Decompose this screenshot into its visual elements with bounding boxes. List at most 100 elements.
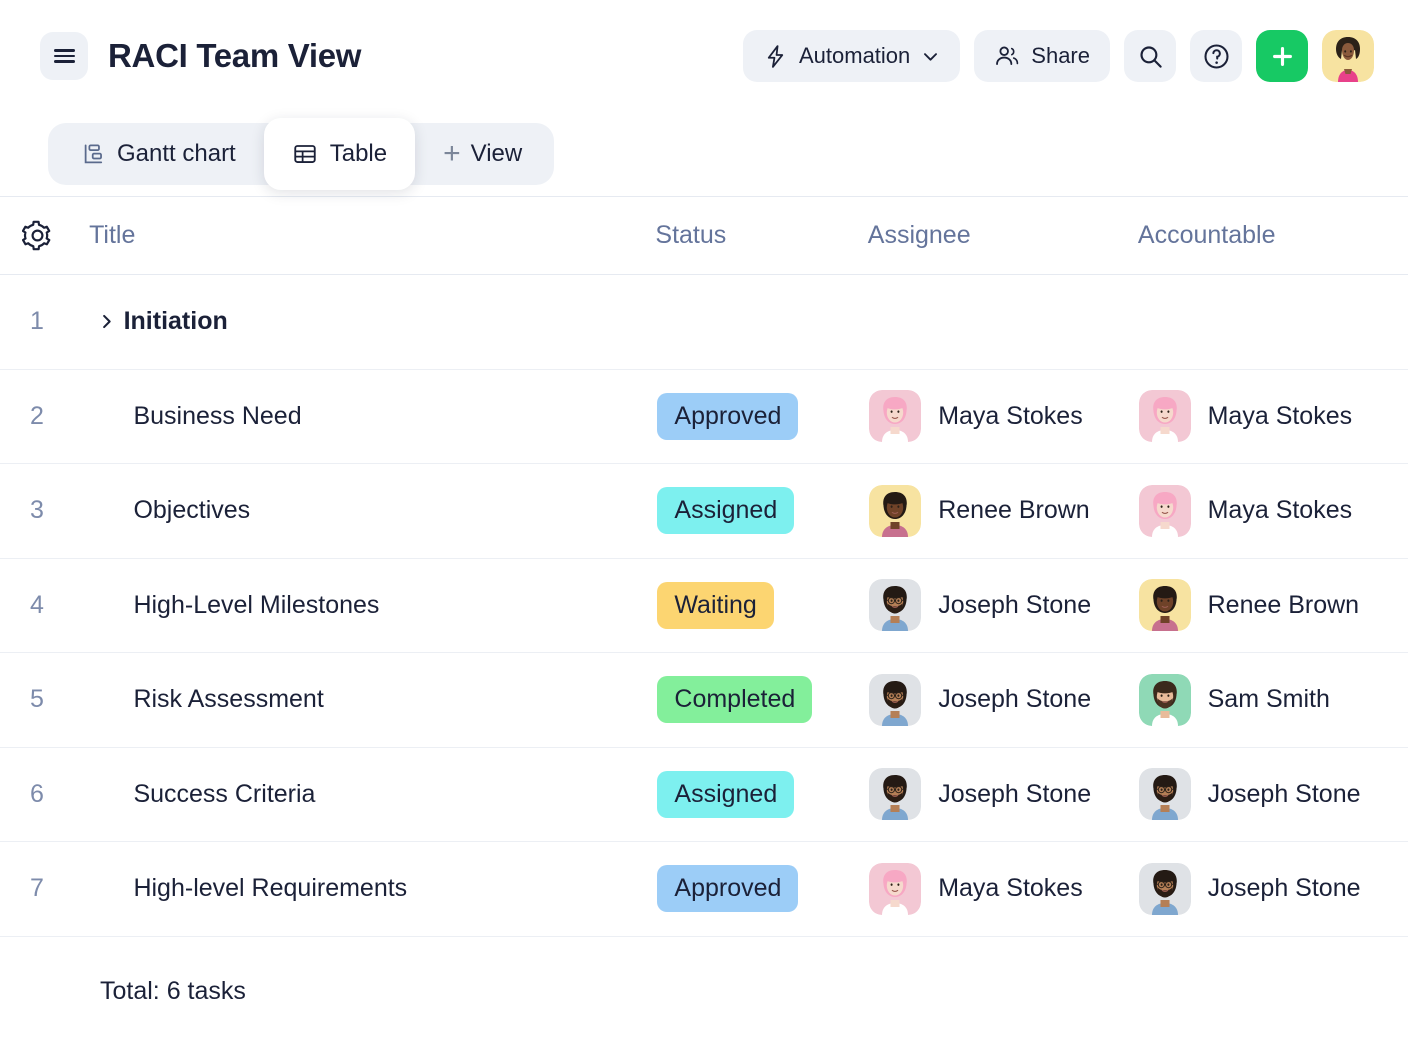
tasks-table: Title Status Assignee Accountable 1 Init… xyxy=(0,196,1408,937)
row-assignee-cell[interactable]: Renee Brown xyxy=(869,485,1138,537)
joseph-stone-avatar xyxy=(1139,768,1191,820)
row-number: 2 xyxy=(22,402,89,431)
status-badge[interactable]: Approved xyxy=(657,393,798,440)
renee-brown-avatar xyxy=(1139,579,1191,631)
maya-stokes-avatar xyxy=(869,863,921,915)
joseph-stone-avatar xyxy=(1139,863,1191,915)
row-title-cell[interactable]: Risk Assessment xyxy=(89,685,657,714)
row-number: 5 xyxy=(22,685,89,714)
sam-smith-avatar xyxy=(1139,674,1191,726)
tab-gantt-chart-label: Gantt chart xyxy=(117,140,236,168)
tab-table[interactable]: Table xyxy=(264,118,415,190)
table-grid-icon xyxy=(292,141,318,167)
row-accountable-cell[interactable]: Sam Smith xyxy=(1139,674,1408,726)
share-label: Share xyxy=(1031,43,1090,69)
accountable-name: Joseph Stone xyxy=(1208,874,1361,903)
column-header-status[interactable]: Status xyxy=(655,221,867,250)
search-icon xyxy=(1137,43,1164,70)
row-status-cell[interactable]: Approved xyxy=(657,393,869,440)
row-title-cell[interactable]: Success Criteria xyxy=(89,780,657,809)
table-row[interactable]: 5 Risk Assessment Completed Joseph Stone… xyxy=(0,653,1408,748)
view-tabs-container: Gantt chart Table + View xyxy=(0,112,1408,196)
people-icon xyxy=(994,43,1020,69)
status-badge[interactable]: Approved xyxy=(657,865,798,912)
status-badge[interactable]: Assigned xyxy=(657,487,794,534)
row-title: Objectives xyxy=(133,496,250,525)
joseph-stone-avatar xyxy=(869,768,921,820)
plus-icon: + xyxy=(443,139,461,169)
row-number: 7 xyxy=(22,874,89,903)
row-title: High-Level Milestones xyxy=(133,591,379,620)
chevron-right-icon[interactable] xyxy=(90,312,124,331)
tab-table-label: Table xyxy=(330,140,387,168)
row-title-cell[interactable]: High-level Requirements xyxy=(89,874,657,903)
status-badge[interactable]: Waiting xyxy=(657,582,773,629)
table-row[interactable]: 4 High-Level Milestones Waiting Joseph S… xyxy=(0,559,1408,654)
hamburger-menu-icon xyxy=(54,46,75,66)
column-settings-button[interactable] xyxy=(22,220,89,251)
tab-add-view-label: View xyxy=(471,140,523,168)
row-accountable-cell[interactable]: Renee Brown xyxy=(1139,579,1408,631)
lightning-bolt-icon xyxy=(763,44,788,69)
joseph-stone-avatar xyxy=(869,579,921,631)
row-assignee-cell[interactable]: Joseph Stone xyxy=(869,579,1138,631)
row-title: Initiation xyxy=(124,307,228,336)
column-header-accountable[interactable]: Accountable xyxy=(1138,221,1408,250)
table-footer: Total: 6 tasks xyxy=(0,937,1408,1040)
view-tabs: Gantt chart Table + View xyxy=(48,123,554,185)
add-button[interactable] xyxy=(1256,30,1308,82)
automation-button[interactable]: Automation xyxy=(743,30,960,82)
row-status-cell[interactable]: Completed xyxy=(657,676,869,723)
row-accountable-cell[interactable]: Joseph Stone xyxy=(1139,768,1408,820)
row-title-cell[interactable]: High-Level Milestones xyxy=(89,591,657,620)
tab-add-view[interactable]: + View xyxy=(415,123,550,185)
help-button[interactable] xyxy=(1190,30,1242,82)
row-title-cell[interactable]: Business Need xyxy=(89,402,657,431)
gear-icon xyxy=(22,220,53,251)
app-window: RACI Team View Automation Share xyxy=(0,0,1408,1040)
assignee-name: Maya Stokes xyxy=(938,402,1083,431)
assignee-name: Joseph Stone xyxy=(938,685,1091,714)
row-status-cell[interactable]: Assigned xyxy=(657,771,869,818)
row-status-cell[interactable]: Assigned xyxy=(657,487,869,534)
assignee-name: Maya Stokes xyxy=(938,874,1083,903)
maya-stokes-avatar xyxy=(1139,485,1191,537)
joseph-stone-avatar xyxy=(869,674,921,726)
row-status-cell[interactable]: Waiting xyxy=(657,582,869,629)
table-row[interactable]: 1 Initiation xyxy=(0,275,1408,370)
row-assignee-cell[interactable]: Maya Stokes xyxy=(869,863,1138,915)
row-title-cell[interactable]: Objectives xyxy=(89,496,657,525)
tab-gantt-chart[interactable]: Gantt chart xyxy=(52,123,264,185)
row-assignee-cell[interactable]: Joseph Stone xyxy=(869,674,1138,726)
row-accountable-cell[interactable]: Maya Stokes xyxy=(1139,390,1408,442)
status-badge[interactable]: Completed xyxy=(657,676,812,723)
row-title-cell[interactable]: Initiation xyxy=(90,307,656,336)
table-row[interactable]: 6 Success Criteria Assigned Joseph Stone… xyxy=(0,748,1408,843)
page-title: RACI Team View xyxy=(108,37,361,75)
row-number: 3 xyxy=(22,496,89,525)
column-header-assignee[interactable]: Assignee xyxy=(868,221,1138,250)
row-title: Business Need xyxy=(133,402,301,431)
status-badge[interactable]: Assigned xyxy=(657,771,794,818)
row-accountable-cell[interactable]: Joseph Stone xyxy=(1139,863,1408,915)
row-accountable-cell[interactable]: Maya Stokes xyxy=(1139,485,1408,537)
column-header-title[interactable]: Title xyxy=(89,221,655,250)
table-row[interactable]: 3 Objectives Assigned Renee Brown Maya S… xyxy=(0,464,1408,559)
share-button[interactable]: Share xyxy=(974,30,1110,82)
hamburger-menu-button[interactable] xyxy=(40,32,88,80)
row-status-cell[interactable]: Approved xyxy=(657,865,869,912)
row-assignee-cell[interactable]: Maya Stokes xyxy=(869,390,1138,442)
accountable-name: Maya Stokes xyxy=(1208,496,1353,525)
row-number: 6 xyxy=(22,780,89,809)
automation-label: Automation xyxy=(799,43,910,69)
row-title: Success Criteria xyxy=(133,780,315,809)
row-assignee-cell[interactable]: Joseph Stone xyxy=(869,768,1138,820)
search-button[interactable] xyxy=(1124,30,1176,82)
user-avatar[interactable] xyxy=(1322,30,1374,82)
question-mark-circle-icon xyxy=(1202,42,1231,71)
accountable-name: Joseph Stone xyxy=(1208,780,1361,809)
table-row[interactable]: 2 Business Need Approved Maya Stokes May… xyxy=(0,370,1408,465)
top-bar: RACI Team View Automation Share xyxy=(0,0,1408,112)
accountable-name: Sam Smith xyxy=(1208,685,1330,714)
table-row[interactable]: 7 High-level Requirements Approved Maya … xyxy=(0,842,1408,937)
